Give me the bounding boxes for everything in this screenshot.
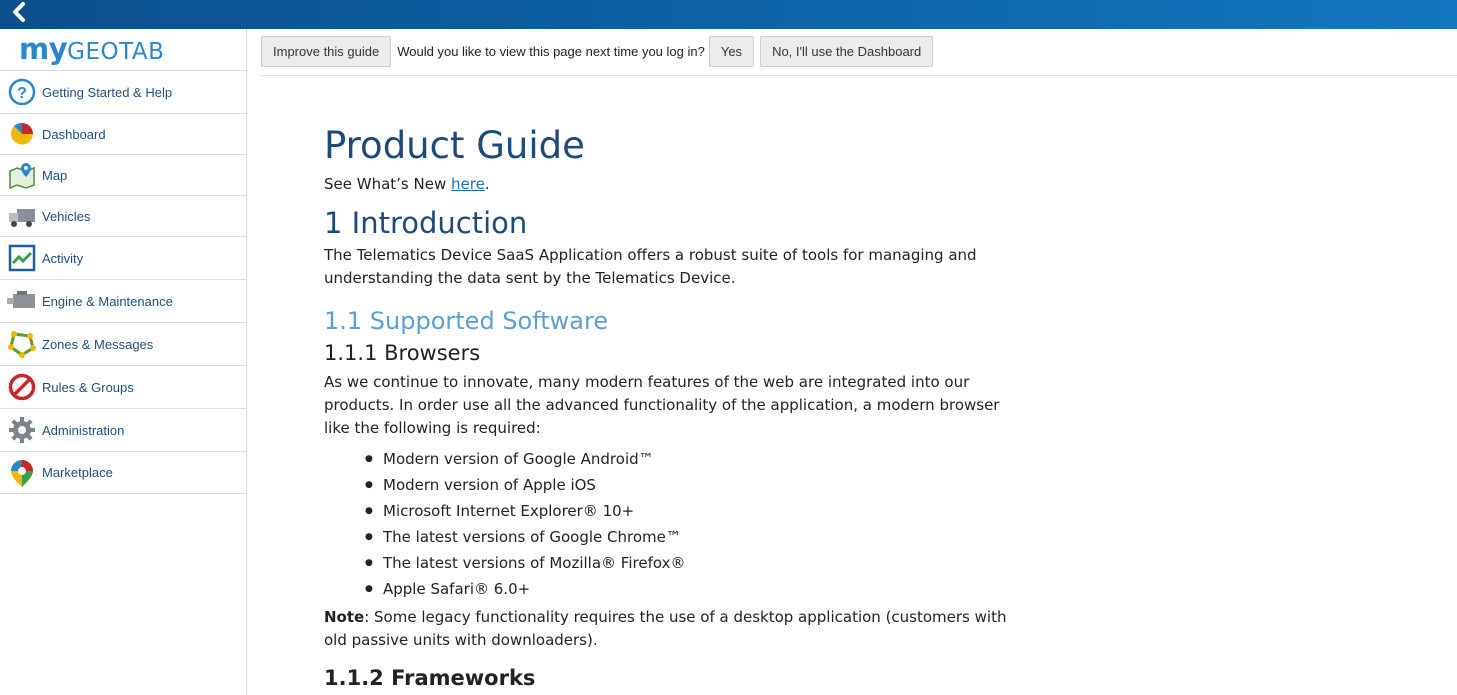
- browsers-text: As we continue to innovate, many modern …: [324, 373, 1000, 437]
- use-dashboard-button[interactable]: No, I'll use the Dashboard: [760, 36, 934, 67]
- sidebar-item-label: Vehicles: [42, 208, 91, 224]
- sidebar: myGEOTAB ? Getting Started & Help Dashbo…: [0, 29, 247, 695]
- list-item: Modern version of Google Android™: [365, 446, 1024, 472]
- sidebar-item-label: Engine & Maintenance: [42, 293, 173, 309]
- sidebar-item-map[interactable]: Map: [0, 154, 246, 195]
- sidebar-item-label: Getting Started & Help: [42, 84, 173, 100]
- back-arrow-icon[interactable]: [6, 0, 32, 26]
- toolbar-divider: [261, 75, 1457, 76]
- sidebar-item-label: Zones & Messages: [42, 336, 154, 352]
- introduction-heading: 1 Introduction: [324, 206, 528, 240]
- yes-button[interactable]: Yes: [708, 36, 755, 67]
- sidebar-item-label: Marketplace: [42, 465, 113, 480]
- sidebar-item-label: Administration: [42, 422, 125, 438]
- list-item: Microsoft Internet Explorer® 10+: [365, 498, 1024, 524]
- sidebar-item-marketplace[interactable]: Marketplace: [0, 451, 246, 494]
- help-icon: ?: [7, 77, 37, 107]
- list-item: The latest versions of Google Chrome™: [365, 524, 1024, 550]
- sidebar-item-zones[interactable]: Zones & Messages: [0, 322, 246, 365]
- list-item: Apple Safari® 6.0+: [365, 576, 1024, 602]
- sidebar-item-administration[interactable]: Administration: [0, 408, 246, 451]
- sidebar-item-activity[interactable]: Activity: [0, 236, 246, 279]
- frameworks-heading: 1.1.2 Frameworks: [324, 666, 536, 690]
- mygeotab-logo[interactable]: myGEOTAB: [0, 29, 246, 70]
- sidebar-item-label: Map: [42, 167, 68, 183]
- dashboard-pie-icon: [7, 119, 37, 149]
- sidebar-item-engine[interactable]: Engine & Maintenance: [0, 279, 246, 322]
- improve-guide-button[interactable]: Improve this guide: [261, 36, 392, 67]
- guide-toolbar: Improve this guide Would you like to vie…: [261, 36, 934, 67]
- gear-icon: [7, 415, 37, 445]
- sidebar-item-rules[interactable]: Rules & Groups: [0, 365, 246, 408]
- truck-icon: [7, 201, 37, 231]
- rules-icon: [7, 372, 37, 402]
- legacy-note: Note: Some legacy functionality requires…: [324, 606, 1024, 652]
- top-bar: [0, 0, 1457, 29]
- page-title: Product Guide: [324, 124, 585, 167]
- note-label: Note: [324, 608, 365, 626]
- zones-icon: [7, 329, 37, 359]
- sidebar-item-label: Dashboard: [42, 126, 106, 142]
- engine-icon: [7, 286, 37, 316]
- sidebar-item-vehicles[interactable]: Vehicles: [0, 195, 246, 236]
- whats-new-line: See What’s New here.: [324, 175, 490, 193]
- browser-list: Modern version of Google Android™ Modern…: [365, 446, 1024, 602]
- sidebar-item-label: Activity: [42, 250, 84, 266]
- introduction-text: The Telematics Device SaaS Application o…: [324, 246, 977, 287]
- activity-chart-icon: [7, 243, 37, 273]
- list-item: Modern version of Apple iOS: [365, 472, 1024, 498]
- sidebar-item-getting-started[interactable]: ? Getting Started & Help: [0, 70, 246, 113]
- sidebar-item-dashboard[interactable]: Dashboard: [0, 113, 246, 154]
- note-text: : Some legacy functionality requires the…: [324, 608, 1007, 649]
- list-item: The latest versions of Mozilla® Firefox®: [365, 550, 1024, 576]
- view-next-time-prompt: Would you like to view this page next ti…: [397, 44, 705, 59]
- svg-text:?: ?: [17, 85, 27, 102]
- map-icon: [7, 160, 37, 190]
- browsers-heading: 1.1.1 Browsers: [324, 341, 481, 365]
- supported-software-heading: 1.1 Supported Software: [324, 307, 609, 335]
- whats-new-link[interactable]: here: [451, 175, 485, 193]
- sidebar-item-label: Rules & Groups: [42, 379, 134, 395]
- product-guide-content: Product Guide See What’s New here. 1 Int…: [324, 124, 1024, 692]
- marketplace-icon: [7, 458, 37, 488]
